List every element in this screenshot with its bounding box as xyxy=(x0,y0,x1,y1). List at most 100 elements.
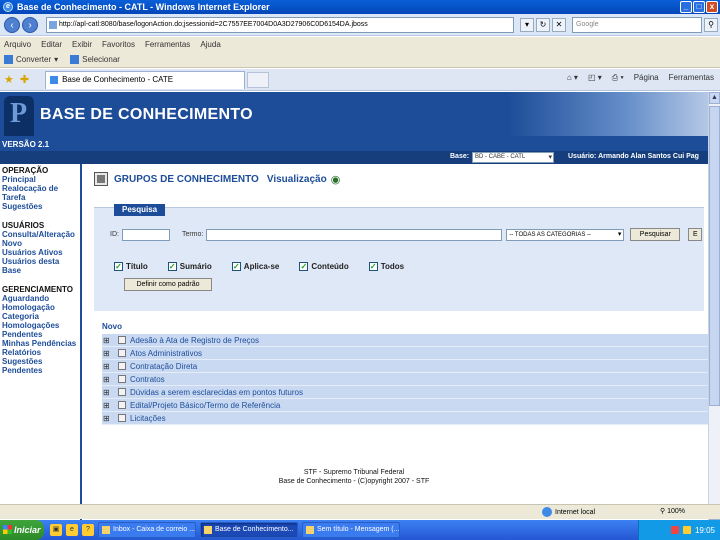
minimize-button[interactable]: _ xyxy=(680,1,692,13)
menu-item-editar[interactable]: Editar xyxy=(41,40,62,49)
maximize-button[interactable]: □ xyxy=(693,1,705,13)
select-button[interactable]: Selecionar xyxy=(70,55,120,64)
tab-row: ★ ✚ Base de Conhecimento - CATE ⌂ ▾ ◰ ▾ … xyxy=(0,69,720,91)
task-inbox[interactable]: Inbox - Caixa de correio ... xyxy=(98,522,196,538)
checkbox-titulo[interactable]: ✓ Título xyxy=(114,262,148,271)
folder-icon xyxy=(118,349,126,357)
sidebar-item-usuarios-base[interactable]: Usuários desta Base xyxy=(2,257,80,275)
page-footer: STF - Supremo Tribunal Federal Base de C… xyxy=(0,468,708,486)
menu-bar: Arquivo Editar Exibir Favoritos Ferramen… xyxy=(0,37,720,52)
checkbox-todos[interactable]: ✓ Todos xyxy=(368,262,404,271)
expand-icon[interactable]: ⊞ xyxy=(103,336,110,345)
menu-item-favoritos[interactable]: Favoritos xyxy=(102,40,135,49)
feeds-icon[interactable]: ◰ ▾ xyxy=(588,73,602,83)
checkbox-conteudo[interactable]: ✓ Conteúdo xyxy=(299,262,349,271)
help-icon[interactable]: ? xyxy=(82,524,94,536)
expand-icon[interactable]: ⊞ xyxy=(103,388,110,397)
scroll-thumb[interactable] xyxy=(709,106,720,406)
expand-icon[interactable]: ⊞ xyxy=(103,349,110,358)
category-select[interactable]: -- TODAS AS CATEGORIAS -- xyxy=(506,228,625,241)
tree-item[interactable]: ⊞ Contratação Direta xyxy=(102,360,708,373)
tree-item[interactable]: ⊞ Dúvidas a serem esclarecidas em pontos … xyxy=(102,386,708,399)
term-field[interactable] xyxy=(206,228,503,241)
sidebar-item-consulta[interactable]: Consulta/Alteração xyxy=(2,230,80,239)
header-banner-image xyxy=(508,92,708,136)
sidebar-item-usuarios-ativos[interactable]: Usuários Ativos xyxy=(2,248,80,257)
tree-item[interactable]: ⊞ Licitações xyxy=(102,412,708,425)
add-favorite-icon[interactable]: ✚ xyxy=(20,73,29,86)
tree-item[interactable]: ⊞ Edital/Projeto Básico/Termo de Referênc… xyxy=(102,399,708,412)
dropdown-icon[interactable]: ▾ xyxy=(520,17,534,32)
base-select[interactable]: BD - CABE - CATL xyxy=(472,152,554,163)
home-icon[interactable]: ⌂ ▾ xyxy=(567,73,578,83)
reset-default-button[interactable]: Definir como padrão xyxy=(124,278,212,291)
forward-button[interactable]: › xyxy=(22,16,38,33)
back-button[interactable]: ‹ xyxy=(4,16,20,33)
view-icon: ◉ xyxy=(330,173,341,186)
sidebar-item-principal[interactable]: Principal xyxy=(2,175,80,184)
expand-icon[interactable]: ⊞ xyxy=(103,401,110,410)
desktop-icon[interactable]: ▣ xyxy=(50,524,62,536)
sidebar-item-pendencias[interactable]: Minhas Pendências xyxy=(2,339,80,348)
address-bar: ‹ › http://apl-catl:8080/base/logonActio… xyxy=(0,14,720,36)
tree-item-label: Atos Administrativos xyxy=(130,348,203,358)
zoom-control[interactable]: ⚲ 100% xyxy=(660,507,685,515)
sidebar-item-sugestoes[interactable]: Sugestões xyxy=(2,202,80,211)
sidebar: OPERAÇÃO Principal Realocação de Tarefa … xyxy=(0,164,82,520)
menu-item-ferramentas[interactable]: Ferramentas xyxy=(145,40,190,49)
sidebar-item-novo[interactable]: Novo xyxy=(2,239,80,248)
extra-button[interactable]: E xyxy=(688,228,703,241)
scroll-up-icon[interactable]: ▲ xyxy=(709,92,720,104)
tree-item-label: Licitações xyxy=(130,413,166,423)
security-zone: Internet local xyxy=(542,507,595,517)
taskbar: Iniciar ▣ e ? Inbox - Caixa de correio .… xyxy=(0,520,720,540)
search-icon[interactable]: ⚲ xyxy=(704,17,718,32)
sidebar-item-categoria[interactable]: Categoria xyxy=(2,312,80,321)
stop-icon[interactable]: ✕ xyxy=(552,17,566,32)
refresh-icon[interactable]: ↻ xyxy=(536,17,550,32)
convert-button[interactable]: Converter ▾ xyxy=(4,55,58,64)
close-button[interactable]: x xyxy=(706,1,718,13)
tree-item[interactable]: ⊞ Atos Administrativos xyxy=(102,347,708,360)
sidebar-item-homologacoes[interactable]: Homologações Pendentes xyxy=(2,321,80,339)
tray-alert-icon[interactable] xyxy=(670,526,679,534)
page-scrollbar[interactable]: ▲ ▼ xyxy=(708,92,720,520)
tray-network-icon[interactable] xyxy=(682,526,691,534)
menu-item-exibir[interactable]: Exibir xyxy=(72,40,92,49)
tree-item[interactable]: ⊞ Adesão à Ata de Registro de Preços xyxy=(102,334,708,347)
sidebar-item-sugestoes-pendentes[interactable]: Sugestões Pendentes xyxy=(2,357,80,375)
search-button[interactable]: Pesquisar xyxy=(630,228,681,241)
sidebar-item-realocacao[interactable]: Realocação de Tarefa xyxy=(2,184,80,202)
page-subtitle: Visualização xyxy=(266,173,327,185)
checkbox-conteudo-label: Conteúdo xyxy=(311,262,349,271)
sidebar-item-aguardando[interactable]: Aguardando Homologação xyxy=(2,294,80,312)
tab-base-conhecimento[interactable]: Base de Conhecimento - CATE xyxy=(45,70,246,89)
tree-item-label: Contratação Direta xyxy=(130,361,198,371)
browser-icon[interactable]: e xyxy=(66,524,78,536)
tree-item[interactable]: ⊞ Contratos xyxy=(102,373,708,386)
url-field[interactable]: http://apl-catl:8080/base/logonAction.do… xyxy=(46,16,514,33)
checkbox-aplica-se[interactable]: ✓ Aplica-se xyxy=(231,262,279,271)
menu-item-ajuda[interactable]: Ajuda xyxy=(200,40,220,49)
start-button[interactable]: Iniciar xyxy=(0,520,44,540)
version-label: VERSÃO 2.1 xyxy=(2,140,50,149)
version-bar: VERSÃO 2.1 Base: BD - CABE - CATL Usuári… xyxy=(0,136,708,164)
print-icon[interactable]: ⎙ ▾ xyxy=(612,73,624,83)
task-mensagem[interactable]: Sem título - Mensagem (...) xyxy=(302,522,400,538)
tools-menu[interactable]: Ferramentas xyxy=(669,73,714,83)
tab-tools: ⌂ ▾ ◰ ▾ ⎙ ▾ Página Ferramentas xyxy=(567,73,714,83)
expand-icon[interactable]: ⊞ xyxy=(103,375,110,384)
expand-icon[interactable]: ⊞ xyxy=(103,362,110,371)
menu-item-arquivo[interactable]: Arquivo xyxy=(4,40,31,49)
sidebar-item-relatorios[interactable]: Relatórios xyxy=(2,348,80,357)
search-input[interactable]: Google xyxy=(572,16,702,33)
favorites-star-icon[interactable]: ★ xyxy=(4,73,14,86)
id-field[interactable] xyxy=(121,228,170,241)
checkbox-sumario[interactable]: ✓ Sumário xyxy=(167,262,212,271)
page-menu[interactable]: Página xyxy=(634,73,659,83)
new-group-link[interactable]: Novo xyxy=(102,322,708,331)
new-tab-button[interactable] xyxy=(247,71,270,88)
task-base-conhecimento[interactable]: Base de Conhecimento... xyxy=(200,522,298,538)
folder-icon xyxy=(118,414,126,422)
expand-icon[interactable]: ⊞ xyxy=(103,414,110,423)
